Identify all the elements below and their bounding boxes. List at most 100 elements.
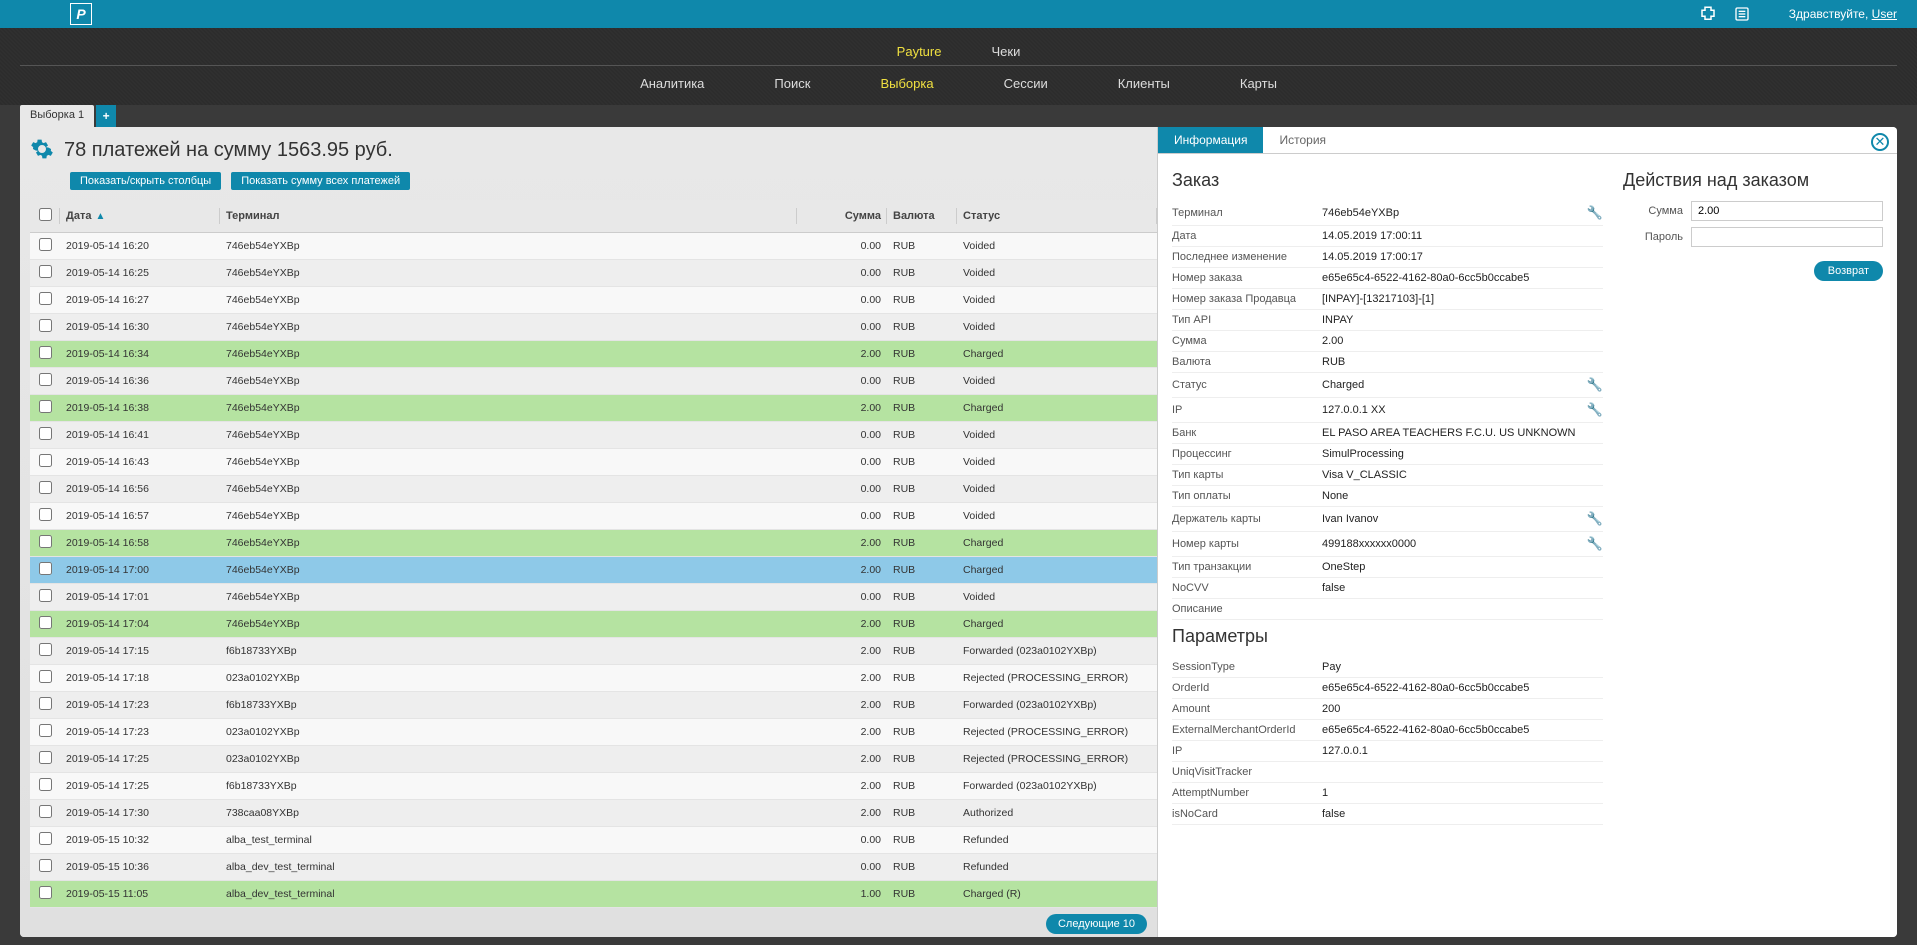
- page-tab[interactable]: Выборка 1: [20, 105, 94, 127]
- row-checkbox[interactable]: [39, 292, 52, 305]
- user-link[interactable]: User: [1872, 7, 1897, 21]
- row-checkbox[interactable]: [39, 373, 52, 386]
- sub-tab-5[interactable]: Карты: [1240, 76, 1277, 91]
- row-checkbox[interactable]: [39, 346, 52, 359]
- sub-tab-1[interactable]: Поиск: [774, 76, 810, 91]
- table-row[interactable]: 2019-05-14 17:01746eb54eYXBp0.00RUBVoide…: [30, 584, 1157, 611]
- logo[interactable]: P: [70, 3, 92, 25]
- row-checkbox[interactable]: [39, 751, 52, 764]
- row-checkbox[interactable]: [39, 859, 52, 872]
- kv-value: Visa V_CLASSIC: [1322, 469, 1603, 481]
- row-checkbox[interactable]: [39, 481, 52, 494]
- table-row[interactable]: 2019-05-14 17:18023a0102YXBp2.00RUBRejec…: [30, 665, 1157, 692]
- row-checkbox[interactable]: [39, 886, 52, 899]
- row-checkbox[interactable]: [39, 535, 52, 548]
- cell-date: 2019-05-14 17:23: [60, 692, 220, 719]
- detail-tab-1[interactable]: История: [1263, 127, 1342, 153]
- table-row[interactable]: 2019-05-15 11:05alba_dev_test_terminal1.…: [30, 881, 1157, 908]
- show-sum-button[interactable]: Показать сумму всех платежей: [231, 172, 410, 190]
- row-checkbox[interactable]: [39, 508, 52, 521]
- table-row[interactable]: 2019-05-15 10:36alba_dev_test_terminal0.…: [30, 854, 1157, 881]
- amount-input[interactable]: [1691, 201, 1883, 221]
- row-checkbox[interactable]: [39, 265, 52, 278]
- list-icon[interactable]: [1733, 5, 1751, 23]
- table-row[interactable]: 2019-05-14 16:27746eb54eYXBp0.00RUBVoide…: [30, 287, 1157, 314]
- next-page-button[interactable]: Следующие 10: [1046, 914, 1147, 934]
- detail-tab-0[interactable]: Информация: [1158, 127, 1263, 153]
- main-tab-payture[interactable]: Payture: [897, 44, 942, 59]
- kv-row: ПроцессингSimulProcessing: [1172, 444, 1603, 465]
- puzzle-icon[interactable]: [1699, 5, 1717, 23]
- col-checkbox[interactable]: [30, 200, 60, 233]
- row-checkbox[interactable]: [39, 616, 52, 629]
- row-checkbox[interactable]: [39, 238, 52, 251]
- cell-status: Voided: [957, 314, 1157, 341]
- table-row[interactable]: 2019-05-14 16:30746eb54eYXBp0.00RUBVoide…: [30, 314, 1157, 341]
- table-row[interactable]: 2019-05-14 16:58746eb54eYXBp2.00RUBCharg…: [30, 530, 1157, 557]
- wrench-icon[interactable]: 🔧: [1587, 511, 1603, 527]
- table-row[interactable]: 2019-05-15 10:32alba_test_terminal0.00RU…: [30, 827, 1157, 854]
- password-input[interactable]: [1691, 227, 1883, 247]
- row-checkbox[interactable]: [39, 319, 52, 332]
- cell-terminal: 023a0102YXBp: [220, 665, 797, 692]
- main-tab-чеки[interactable]: Чеки: [991, 44, 1020, 59]
- row-checkbox[interactable]: [39, 454, 52, 467]
- col-date[interactable]: Дата▲: [60, 200, 220, 233]
- close-icon[interactable]: ✕: [1871, 133, 1889, 151]
- table-row[interactable]: 2019-05-14 17:00746eb54eYXBp2.00RUBCharg…: [30, 557, 1157, 584]
- row-checkbox[interactable]: [39, 670, 52, 683]
- row-checkbox[interactable]: [39, 778, 52, 791]
- table-row[interactable]: 2019-05-14 17:25f6b18733YXBp2.00RUBForwa…: [30, 773, 1157, 800]
- wrench-icon[interactable]: 🔧: [1587, 402, 1603, 418]
- col-status[interactable]: Статус: [957, 200, 1157, 233]
- row-checkbox[interactable]: [39, 400, 52, 413]
- sub-tab-0[interactable]: Аналитика: [640, 76, 704, 91]
- gear-icon[interactable]: [30, 137, 54, 164]
- kv-key: Валюта: [1172, 356, 1322, 368]
- row-checkbox[interactable]: [39, 427, 52, 440]
- table-row[interactable]: 2019-05-14 16:56746eb54eYXBp0.00RUBVoide…: [30, 476, 1157, 503]
- sub-tab-3[interactable]: Сессии: [1004, 76, 1048, 91]
- col-amount[interactable]: Сумма: [797, 200, 887, 233]
- add-tab-button[interactable]: +: [96, 105, 116, 127]
- wrench-icon[interactable]: 🔧: [1587, 536, 1603, 552]
- cell-amount: 0.00: [797, 422, 887, 449]
- return-button[interactable]: Возврат: [1814, 261, 1883, 281]
- row-checkbox[interactable]: [39, 697, 52, 710]
- table-row[interactable]: 2019-05-14 16:20746eb54eYXBp0.00RUBVoide…: [30, 233, 1157, 260]
- col-terminal[interactable]: Терминал: [220, 200, 797, 233]
- select-all-checkbox[interactable]: [39, 208, 52, 221]
- table-row[interactable]: 2019-05-14 17:23f6b18733YXBp2.00RUBForwa…: [30, 692, 1157, 719]
- kv-value: Pay: [1322, 661, 1603, 673]
- wrench-icon[interactable]: 🔧: [1587, 377, 1603, 393]
- row-checkbox[interactable]: [39, 562, 52, 575]
- toggle-columns-button[interactable]: Показать/скрыть столбцы: [70, 172, 221, 190]
- table-row[interactable]: 2019-05-14 17:04746eb54eYXBp2.00RUBCharg…: [30, 611, 1157, 638]
- table-row[interactable]: 2019-05-14 17:23023a0102YXBp2.00RUBRejec…: [30, 719, 1157, 746]
- table-row[interactable]: 2019-05-14 17:30738caa08YXBp2.00RUBAutho…: [30, 800, 1157, 827]
- row-checkbox[interactable]: [39, 643, 52, 656]
- table-row[interactable]: 2019-05-14 17:25023a0102YXBp2.00RUBRejec…: [30, 746, 1157, 773]
- cell-status: Voided: [957, 368, 1157, 395]
- table-row[interactable]: 2019-05-14 16:36746eb54eYXBp0.00RUBVoide…: [30, 368, 1157, 395]
- row-checkbox[interactable]: [39, 805, 52, 818]
- params-heading: Параметры: [1172, 626, 1603, 647]
- row-checkbox[interactable]: [39, 832, 52, 845]
- table-row[interactable]: 2019-05-14 16:25746eb54eYXBp0.00RUBVoide…: [30, 260, 1157, 287]
- wrench-icon[interactable]: 🔧: [1587, 205, 1603, 221]
- table-row[interactable]: 2019-05-14 16:57746eb54eYXBp0.00RUBVoide…: [30, 503, 1157, 530]
- sub-tab-2[interactable]: Выборка: [880, 76, 933, 91]
- row-checkbox[interactable]: [39, 724, 52, 737]
- table-row[interactable]: 2019-05-14 17:15f6b18733YXBp2.00RUBForwa…: [30, 638, 1157, 665]
- kv-value: 746eb54eYXBp: [1322, 207, 1587, 219]
- cell-date: 2019-05-14 17:25: [60, 746, 220, 773]
- table-row[interactable]: 2019-05-14 16:38746eb54eYXBp2.00RUBCharg…: [30, 395, 1157, 422]
- kv-key: Номер заказа Продавца: [1172, 293, 1322, 305]
- table-row[interactable]: 2019-05-14 16:43746eb54eYXBp0.00RUBVoide…: [30, 449, 1157, 476]
- sub-tab-4[interactable]: Клиенты: [1118, 76, 1170, 91]
- main-tabs: Payture Чеки: [20, 36, 1897, 66]
- row-checkbox[interactable]: [39, 589, 52, 602]
- col-currency[interactable]: Валюта: [887, 200, 957, 233]
- table-row[interactable]: 2019-05-14 16:41746eb54eYXBp0.00RUBVoide…: [30, 422, 1157, 449]
- table-row[interactable]: 2019-05-14 16:34746eb54eYXBp2.00RUBCharg…: [30, 341, 1157, 368]
